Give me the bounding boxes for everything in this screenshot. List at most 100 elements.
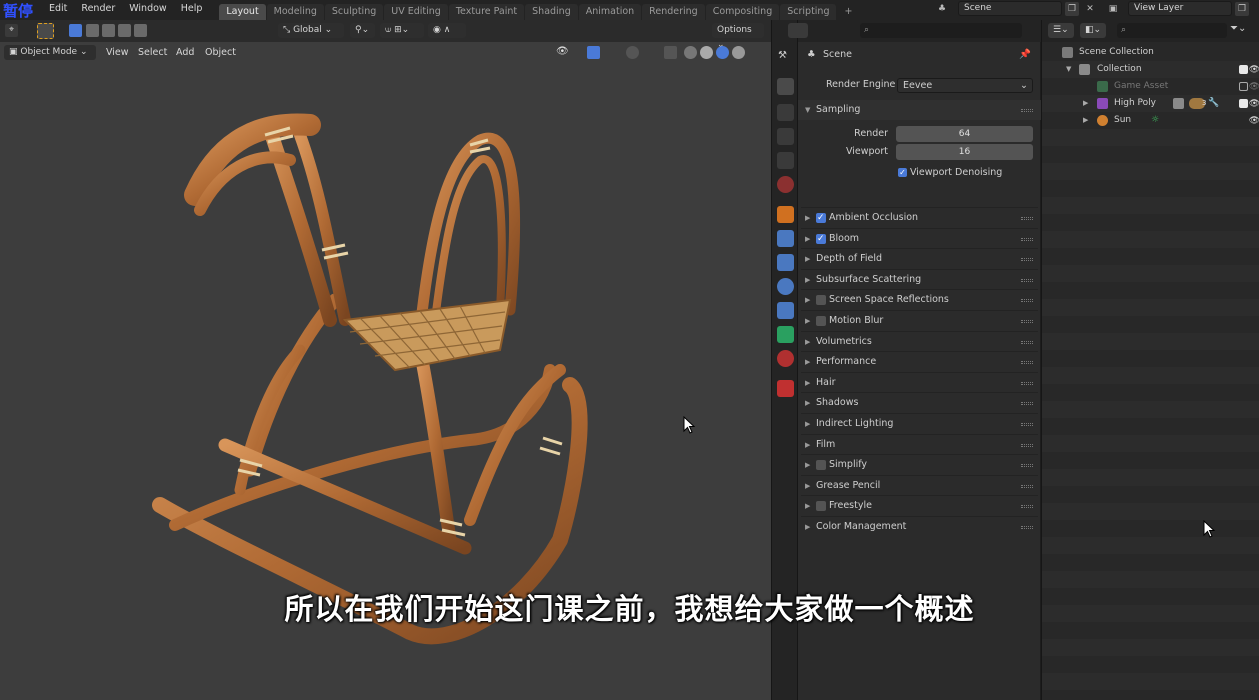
data-tab-icon[interactable]	[777, 326, 794, 343]
simplify-checkbox[interactable]	[816, 460, 826, 470]
panel-film[interactable]: ▶ Film	[798, 435, 1041, 455]
panel-color-management[interactable]: ▶ Color Management	[798, 517, 1041, 537]
drag-grip-icon[interactable]	[1021, 423, 1033, 426]
ambient-occlusion-checkbox[interactable]	[816, 208, 826, 228]
visibility-eye-icon[interactable]: 👁	[1249, 79, 1259, 96]
freestyle-checkbox[interactable]	[816, 501, 826, 511]
constraints-tab-icon[interactable]	[777, 302, 794, 319]
outliner-search-input[interactable]: ⌕	[1117, 23, 1227, 38]
tab-shading[interactable]: Shading	[525, 4, 578, 20]
new-view-layer-icon[interactable]: ❐	[1235, 2, 1249, 16]
view-layer-selector[interactable]: View Layer	[1128, 1, 1232, 16]
tab-uv-editing[interactable]: UV Editing	[384, 4, 448, 20]
new-scene-icon[interactable]: ❐	[1065, 2, 1079, 16]
display-mode-icon[interactable]: ◧⌄	[1080, 23, 1106, 38]
texture-tab-icon[interactable]	[777, 380, 794, 397]
menu-help[interactable]: Help	[174, 0, 210, 20]
scene-selector[interactable]: Scene	[958, 1, 1062, 16]
panel-depth-of-field[interactable]: ▶ Depth of Field	[798, 249, 1041, 269]
panel-freestyle[interactable]: ▶ Freestyle	[798, 496, 1041, 516]
bloom-checkbox[interactable]	[816, 229, 826, 249]
scene-icon[interactable]: ♣	[935, 2, 949, 16]
outliner-row-sun[interactable]: ▶ Sun ☼ 👁	[1042, 112, 1259, 129]
drag-grip-icon[interactable]	[1021, 464, 1033, 467]
panel-performance[interactable]: ▶ Performance	[798, 352, 1041, 372]
add-workspace-button[interactable]: +	[837, 4, 859, 20]
drag-grip-icon[interactable]	[1021, 526, 1033, 529]
drag-grip-icon[interactable]	[1021, 258, 1033, 261]
particles-tab-icon[interactable]	[777, 254, 794, 271]
drag-grip-icon[interactable]	[1021, 341, 1033, 344]
scene-tab-icon[interactable]	[777, 152, 794, 169]
properties-editor-type-icon[interactable]	[788, 23, 808, 38]
material-tab-icon[interactable]	[777, 350, 794, 367]
tab-sculpting[interactable]: Sculpting	[324, 4, 384, 20]
drag-grip-icon[interactable]	[1021, 217, 1033, 220]
properties-search-input[interactable]: ⌕	[860, 23, 1022, 38]
outliner-row-game-asset[interactable]: Game Asset 👁	[1042, 78, 1259, 95]
panel-indirect-lighting[interactable]: ▶ Indirect Lighting	[798, 414, 1041, 434]
panel-subsurface-scattering[interactable]: ▶ Subsurface Scattering	[798, 270, 1041, 290]
physics-tab-icon[interactable]	[777, 278, 794, 295]
panel-ambient-occlusion[interactable]: ▶ Ambient Occlusion	[798, 208, 1041, 228]
panel-simplify[interactable]: ▶ Simplify	[798, 455, 1041, 475]
object-tab-icon[interactable]	[777, 206, 794, 223]
visibility-eye-icon[interactable]: 👁	[1249, 113, 1259, 130]
tab-rendering[interactable]: Rendering	[642, 4, 705, 20]
drag-grip-icon[interactable]	[1021, 505, 1033, 508]
drag-grip-icon[interactable]	[1021, 279, 1033, 282]
game-asset-checkbox[interactable]	[1239, 82, 1248, 91]
world-tab-icon[interactable]	[777, 176, 794, 193]
drag-grip-icon[interactable]	[1021, 238, 1033, 241]
outliner-row-collection[interactable]: ▼ Collection 👁	[1042, 61, 1259, 78]
drag-grip-icon[interactable]	[1021, 444, 1033, 447]
high-poly-checkbox[interactable]	[1239, 99, 1248, 108]
panel-motion-blur[interactable]: ▶ Motion Blur	[798, 311, 1041, 331]
panel-grease-pencil[interactable]: ▶ Grease Pencil	[798, 476, 1041, 496]
drag-grip-icon[interactable]	[1021, 361, 1033, 364]
outliner-editor-type-icon[interactable]: ☰⌄	[1048, 23, 1074, 38]
panel-volumetrics[interactable]: ▶ Volumetrics	[798, 332, 1041, 352]
panel-hair[interactable]: ▶ Hair	[798, 373, 1041, 393]
visibility-eye-icon[interactable]: 👁	[1249, 96, 1259, 113]
drag-grip-icon[interactable]	[1021, 382, 1033, 385]
outliner-row-high-poly[interactable]: ▶ High Poly 3 🔧 👁	[1042, 95, 1259, 112]
expand-right-icon[interactable]: ▶	[1083, 95, 1088, 112]
modifier-tab-icon[interactable]	[777, 230, 794, 247]
render-tab-icon[interactable]	[777, 78, 794, 95]
drag-grip-icon[interactable]	[1021, 485, 1033, 488]
output-tab-icon[interactable]	[777, 104, 794, 121]
filter-icon[interactable]: ⏷⌄	[1230, 23, 1246, 34]
panel-shadows[interactable]: ▶ Shadows	[798, 393, 1041, 413]
menu-render[interactable]: Render	[74, 0, 122, 20]
render-samples-field[interactable]: 64	[896, 126, 1033, 142]
view-layer-tab-icon[interactable]	[777, 128, 794, 145]
tab-layout[interactable]: Layout	[219, 4, 266, 20]
viewport-samples-field[interactable]: 16	[896, 144, 1033, 160]
tool-tab-icon[interactable]: ⚒	[778, 50, 787, 61]
tab-modeling[interactable]: Modeling	[266, 4, 324, 20]
panel-screen-space-reflections[interactable]: ▶ Screen Space Reflections	[798, 290, 1041, 310]
viewport-denoising-checkbox[interactable]: ✓	[898, 168, 907, 177]
menu-edit[interactable]: Edit	[42, 0, 74, 20]
screen-space-reflections-checkbox[interactable]	[816, 295, 826, 305]
view-layer-icon[interactable]: ▣	[1106, 2, 1120, 16]
tab-compositing[interactable]: Compositing	[705, 4, 780, 20]
expand-down-icon[interactable]: ▼	[1066, 61, 1071, 78]
panel-bloom[interactable]: ▶ Bloom	[798, 229, 1041, 249]
motion-blur-checkbox[interactable]	[816, 316, 826, 326]
drag-grip-icon[interactable]	[1021, 402, 1033, 405]
tab-animation[interactable]: Animation	[578, 4, 642, 20]
drag-grip-icon[interactable]	[1021, 299, 1033, 302]
panel-sampling-header[interactable]: ▼ Sampling	[798, 100, 1041, 120]
tab-scripting[interactable]: Scripting	[780, 4, 837, 20]
outliner-row-scene-collection[interactable]: Scene Collection	[1042, 44, 1259, 61]
render-engine-dropdown[interactable]: Eevee ⌄	[897, 78, 1033, 93]
drag-grip-icon[interactable]	[1021, 109, 1033, 112]
tab-texture-paint[interactable]: Texture Paint	[448, 4, 525, 20]
expand-right-icon[interactable]: ▶	[1083, 112, 1088, 129]
menu-window[interactable]: Window	[122, 0, 173, 20]
drag-grip-icon[interactable]	[1021, 320, 1033, 323]
collection-checkbox[interactable]	[1239, 65, 1248, 74]
pin-icon[interactable]: 📌	[1019, 45, 1031, 65]
